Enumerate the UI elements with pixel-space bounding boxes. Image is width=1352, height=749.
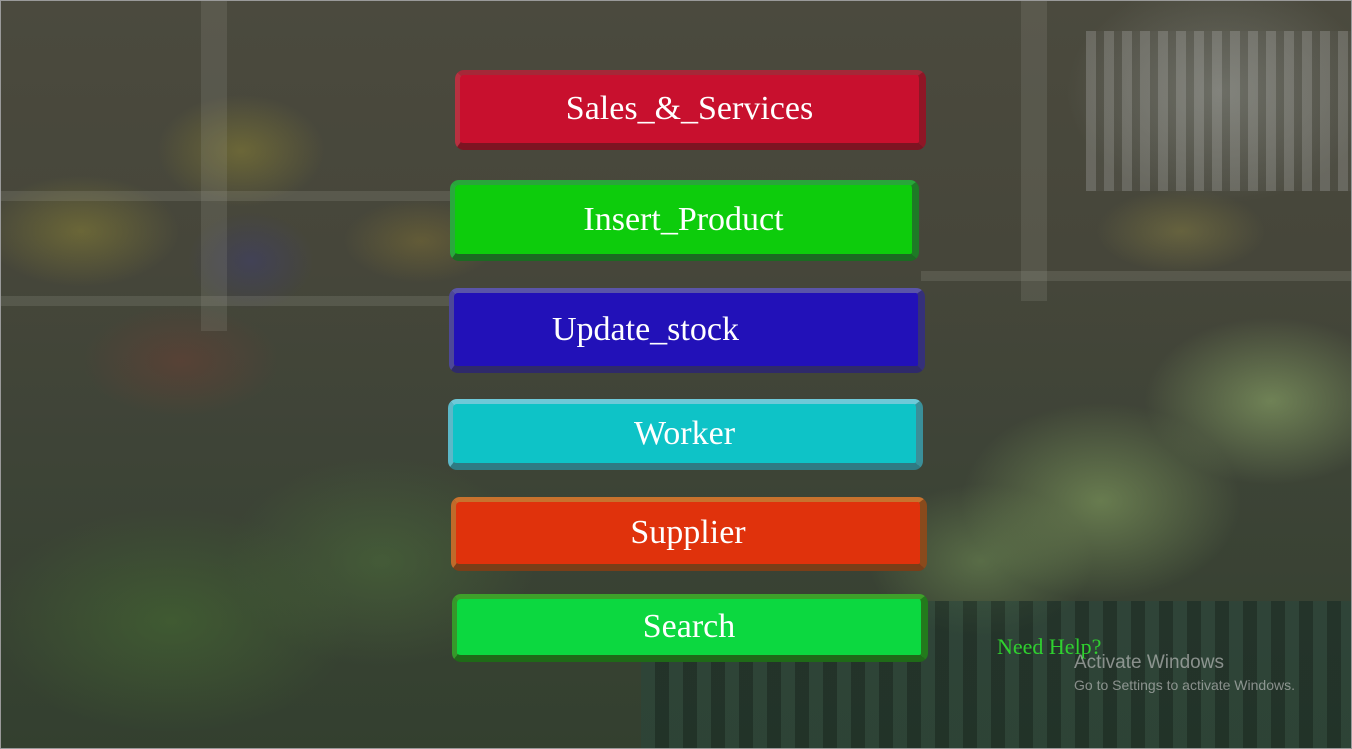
search-label: Search (642, 608, 736, 645)
background-pillar (1021, 1, 1047, 301)
background-shelf (1, 296, 451, 306)
background-shelf (921, 271, 1351, 281)
insert-product-button[interactable]: Insert_Product (450, 180, 919, 261)
background-shelf (1, 191, 451, 201)
background-fence (1086, 31, 1351, 191)
sales-services-button[interactable]: Sales_&_Services (455, 70, 926, 150)
update-stock-button[interactable]: Update_stock (449, 288, 925, 373)
update-stock-label: Update_stock (552, 310, 739, 348)
supplier-label: Supplier (630, 514, 746, 551)
worker-button[interactable]: Worker (448, 399, 923, 470)
activate-windows-subtitle: Go to Settings to activate Windows. (1074, 677, 1295, 693)
sales-services-label: Sales_&_Services (565, 90, 814, 127)
supplier-button[interactable]: Supplier (451, 497, 927, 571)
search-button[interactable]: Search (452, 594, 928, 662)
background-pillar (201, 1, 227, 331)
worker-label: Worker (633, 414, 736, 452)
app-window: Sales_&_Services Insert_Product Update_s… (0, 0, 1352, 749)
activate-windows-title: Activate Windows (1074, 652, 1224, 673)
insert-product-label: Insert_Product (583, 200, 784, 238)
